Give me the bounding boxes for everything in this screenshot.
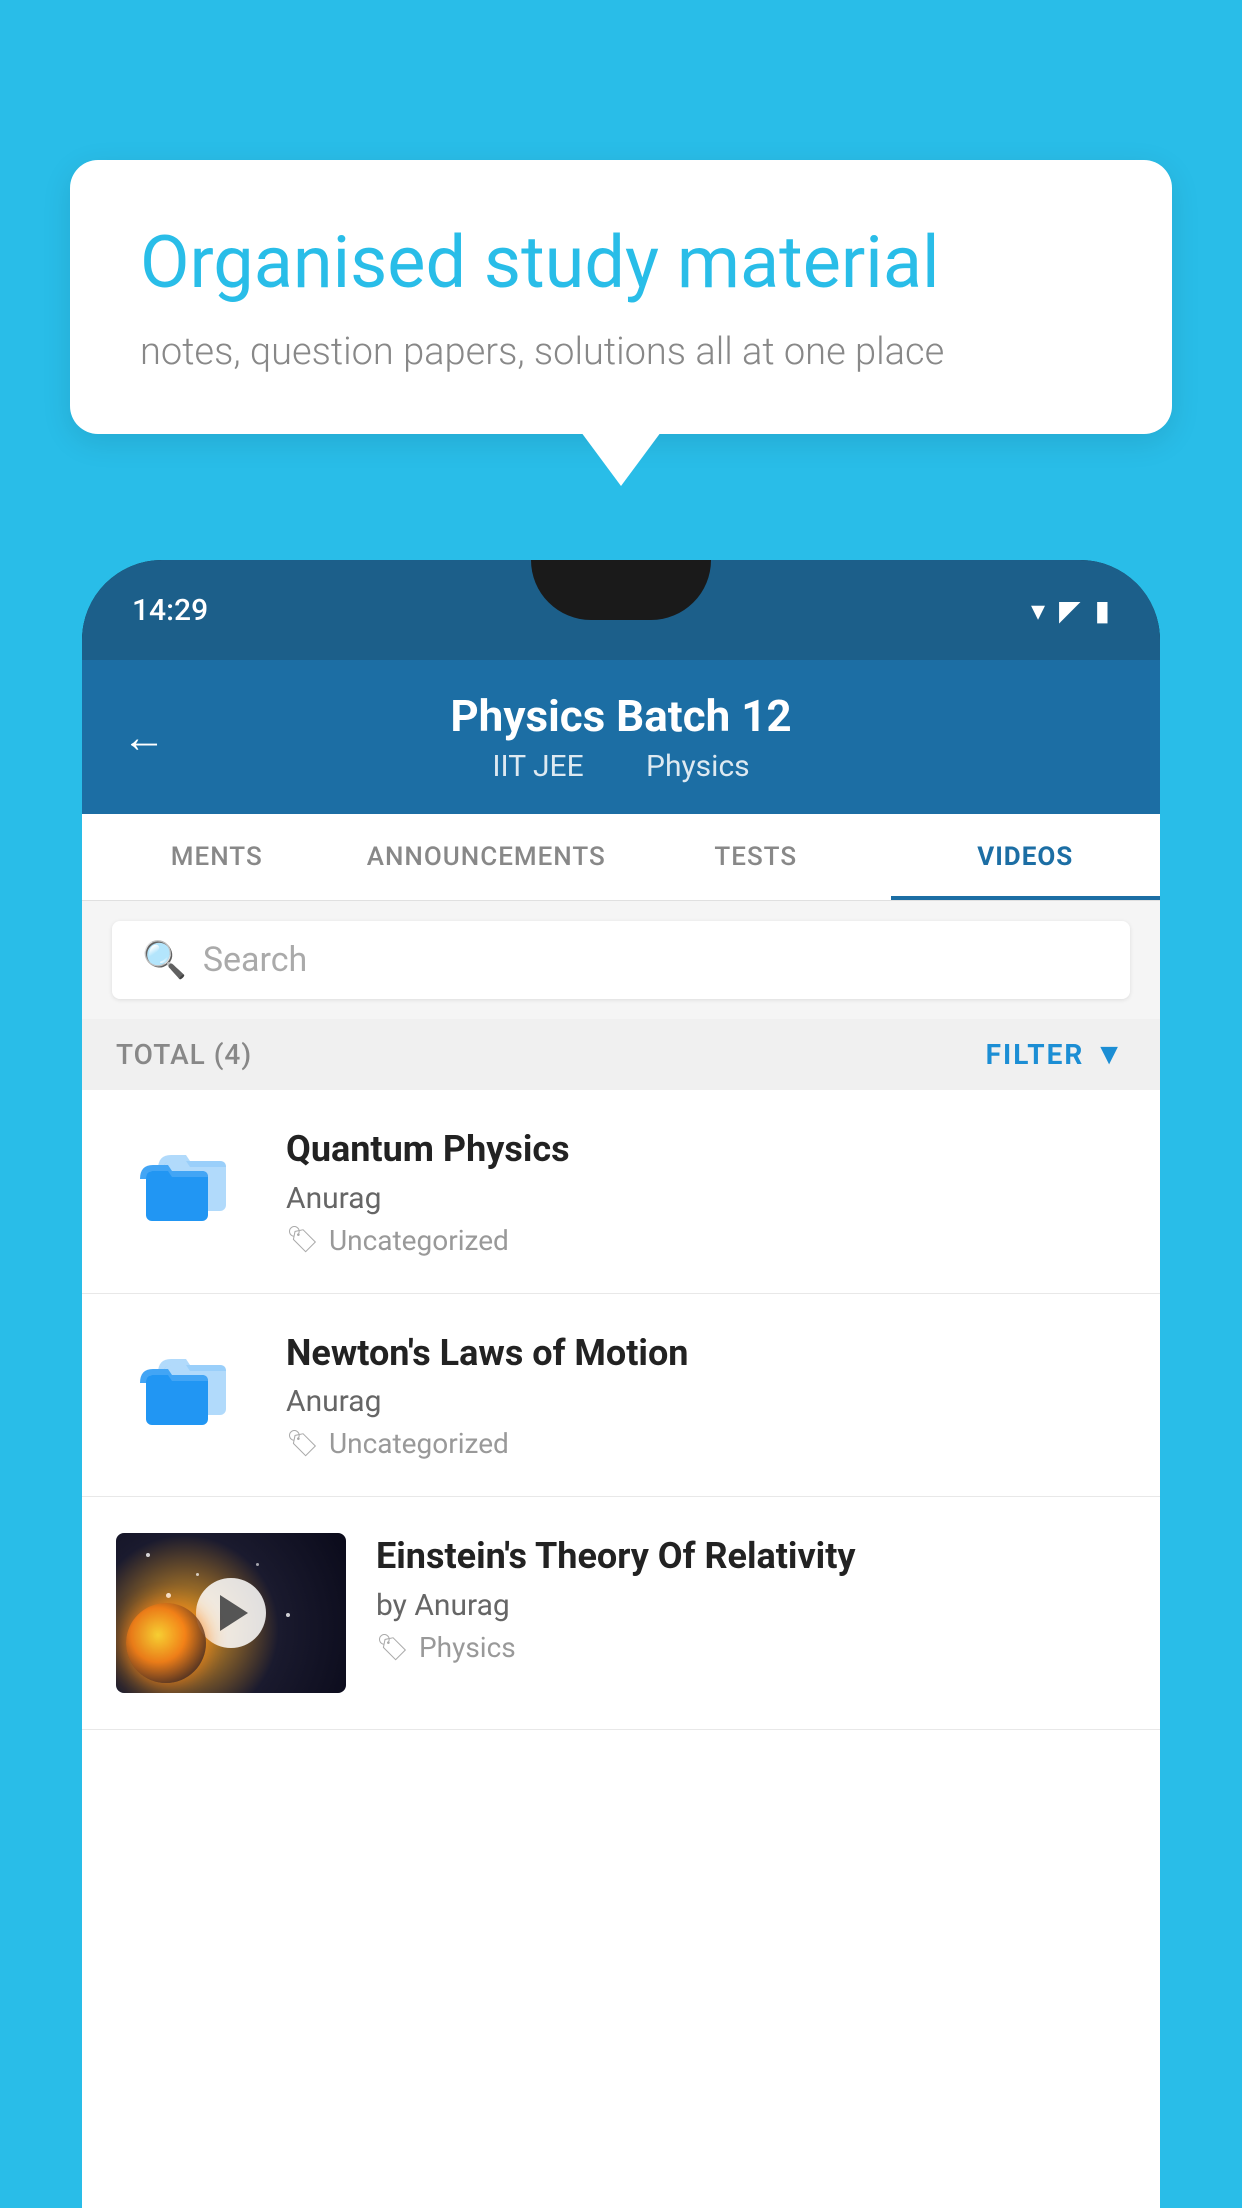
tab-videos[interactable]: VIDEOS [891, 814, 1161, 900]
search-container: 🔍 Search [82, 901, 1160, 1019]
tab-tests[interactable]: TESTS [621, 814, 891, 900]
tag-label: Physics [419, 1631, 516, 1664]
search-placeholder: Search [203, 940, 307, 980]
tab-announcements[interactable]: ANNOUNCEMENTS [352, 814, 622, 900]
video-tag: 🏷 Uncategorized [286, 1427, 1126, 1460]
back-button[interactable]: ← [122, 711, 166, 763]
total-count: TOTAL (4) [116, 1038, 252, 1071]
video-title: Quantum Physics [286, 1126, 1126, 1173]
tag-label: Uncategorized [329, 1427, 509, 1460]
filter-label: FILTER [986, 1038, 1085, 1071]
header-subtitle-iitjee: IIT JEE [492, 749, 583, 784]
bubble-subtitle: notes, question papers, solutions all at… [140, 330, 1102, 374]
status-time: 14:29 [132, 593, 208, 628]
phone-notch [531, 560, 711, 620]
filter-bar: TOTAL (4) FILTER ▼ [82, 1019, 1160, 1090]
batch-title: Physics Batch 12 [122, 690, 1120, 743]
video-author: by Anurag [376, 1588, 1126, 1623]
video-author: Anurag [286, 1384, 1126, 1419]
list-item[interactable]: Newton's Laws of Motion Anurag 🏷 Uncateg… [82, 1294, 1160, 1498]
speech-bubble-card: Organised study material notes, question… [70, 160, 1172, 434]
signal-icon: ◤ [1059, 594, 1081, 627]
folder-thumbnail [116, 1126, 256, 1246]
folder-thumbnail [116, 1330, 256, 1450]
list-item[interactable]: Einstein's Theory Of Relativity by Anura… [82, 1497, 1160, 1730]
video-tag: 🏷 Uncategorized [286, 1224, 1126, 1257]
folder-icon-wrap [136, 1345, 236, 1435]
header-subtitle-physics: Physics [646, 749, 750, 784]
video-title: Einstein's Theory Of Relativity [376, 1533, 1126, 1580]
play-triangle-icon [220, 1595, 248, 1631]
filter-funnel-icon: ▼ [1094, 1037, 1126, 1072]
video-title: Newton's Laws of Motion [286, 1330, 1126, 1377]
wifi-icon: ▾ [1031, 594, 1045, 627]
app-screen: ← Physics Batch 12 IIT JEE Physics MENTS… [82, 660, 1160, 2208]
search-icon: 🔍 [142, 939, 187, 981]
status-bar: 14:29 ▾ ◤ ▮ [82, 560, 1160, 660]
video-info: Einstein's Theory Of Relativity by Anura… [376, 1533, 1126, 1664]
phone-frame: 14:29 ▾ ◤ ▮ ← Physics Batch 12 IIT JEE P… [82, 560, 1160, 2208]
header-subtitle-separator [611, 749, 626, 784]
status-icons: ▾ ◤ ▮ [1031, 594, 1110, 627]
video-author: Anurag [286, 1181, 1126, 1216]
video-info: Quantum Physics Anurag 🏷 Uncategorized [286, 1126, 1126, 1257]
video-list: Quantum Physics Anurag 🏷 Uncategorized [82, 1090, 1160, 1731]
search-bar[interactable]: 🔍 Search [112, 921, 1130, 999]
tag-icon: 🏷 [376, 1633, 409, 1663]
battery-icon: ▮ [1095, 594, 1110, 627]
tab-ments[interactable]: MENTS [82, 814, 352, 900]
tag-icon: 🏷 [286, 1225, 319, 1255]
video-thumbnail [116, 1533, 346, 1693]
video-tag: 🏷 Physics [376, 1631, 1126, 1664]
filter-button[interactable]: FILTER ▼ [986, 1037, 1126, 1072]
play-button[interactable] [196, 1578, 266, 1648]
tag-icon: 🏷 [286, 1429, 319, 1459]
header-subtitle: IIT JEE Physics [122, 749, 1120, 784]
folder-icon-wrap [136, 1141, 236, 1231]
bubble-title: Organised study material [140, 220, 1102, 306]
video-info: Newton's Laws of Motion Anurag 🏷 Uncateg… [286, 1330, 1126, 1461]
list-item[interactable]: Quantum Physics Anurag 🏷 Uncategorized [82, 1090, 1160, 1294]
app-header: ← Physics Batch 12 IIT JEE Physics [82, 660, 1160, 814]
tab-bar: MENTS ANNOUNCEMENTS TESTS VIDEOS [82, 814, 1160, 901]
tag-label: Uncategorized [329, 1224, 509, 1257]
